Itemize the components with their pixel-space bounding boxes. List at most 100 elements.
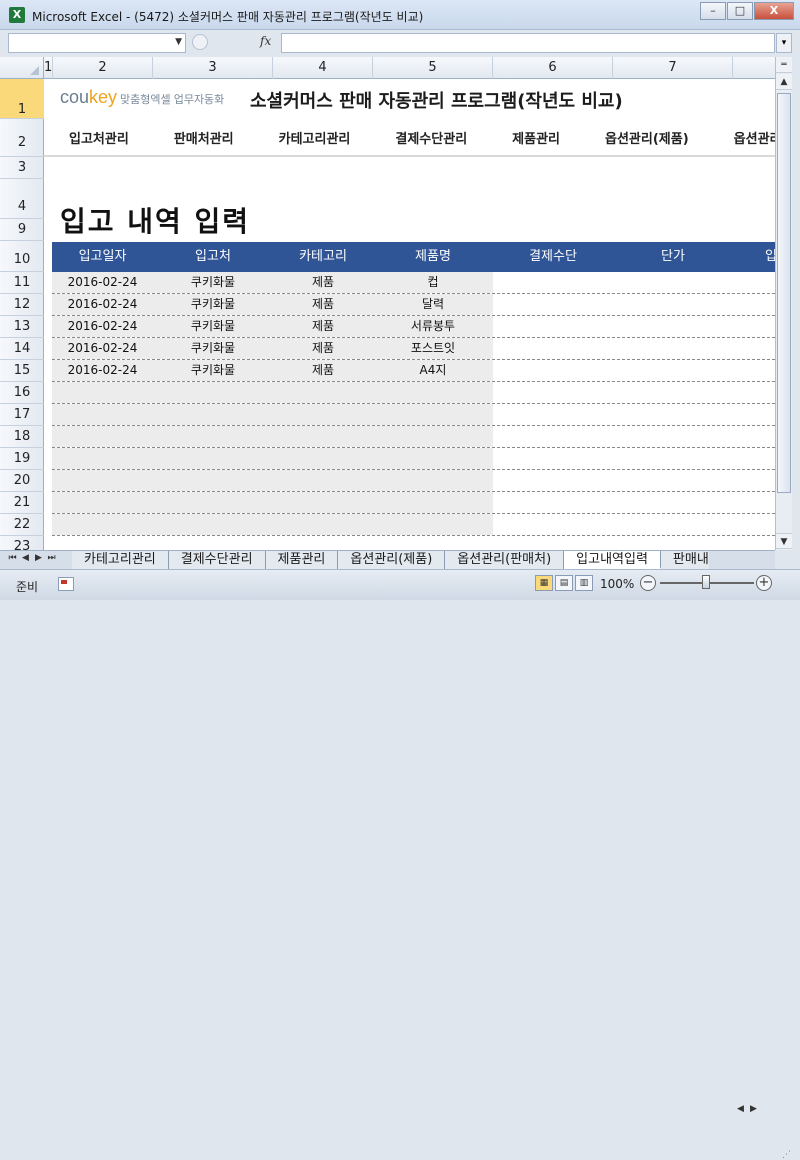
cell-price[interactable]	[613, 382, 733, 403]
close-button[interactable]: X	[754, 2, 794, 20]
zoom-in-button[interactable]: +	[756, 575, 772, 591]
sheet-tab-category[interactable]: 카테고리관리	[72, 551, 169, 569]
cell-date[interactable]: 2016-02-24	[52, 338, 153, 359]
cell-product[interactable]	[373, 426, 493, 447]
cell-price[interactable]	[613, 470, 733, 491]
cell-product[interactable]: 포스트잇	[373, 338, 493, 359]
column-header[interactable]: 7	[613, 57, 733, 79]
row-header[interactable]: 3	[0, 157, 44, 179]
cell-category[interactable]: 제품	[273, 360, 373, 381]
cell-category[interactable]: 제품	[273, 338, 373, 359]
row-header[interactable]: 18	[0, 426, 44, 448]
table-row[interactable]: 2016-02-24 쿠키화물 제품 컵	[52, 272, 775, 294]
cell-category[interactable]	[273, 492, 373, 513]
restore-button[interactable]: □	[727, 2, 753, 20]
resize-grip-icon[interactable]: ⋰	[782, 1150, 791, 1160]
row-header[interactable]: 22	[0, 514, 44, 536]
table-row[interactable]: 2016-02-24 쿠키화물 제품 달력	[52, 294, 775, 316]
column-header[interactable]: 3	[153, 57, 273, 79]
formula-handle-icon[interactable]	[192, 34, 208, 50]
cell-payment[interactable]	[493, 316, 613, 337]
chevron-down-icon[interactable]: ▼	[175, 37, 182, 47]
row-header[interactable]: 17	[0, 404, 44, 426]
row-header[interactable]: 15	[0, 360, 44, 382]
cell-date[interactable]: 2016-02-24	[52, 272, 153, 293]
cell-category[interactable]	[273, 382, 373, 403]
cell-price[interactable]	[613, 492, 733, 513]
row-header[interactable]: 20	[0, 470, 44, 492]
row-header[interactable]: 21	[0, 492, 44, 514]
normal-view-icon[interactable]: ▦	[535, 575, 553, 591]
scroll-up-button[interactable]: ▲	[776, 74, 792, 90]
scroll-right-button[interactable]: ▶	[747, 1104, 760, 1117]
cell-price[interactable]	[613, 514, 733, 535]
column-header[interactable]: 1	[44, 57, 53, 79]
nav-link-option-seller[interactable]: 옵션관리(판매처)	[709, 128, 775, 147]
cell-payment[interactable]	[493, 404, 613, 425]
sheet-tab-option-seller[interactable]: 옵션관리(판매처)	[445, 551, 565, 569]
next-sheet-button[interactable]: ▶	[32, 553, 45, 563]
insert-function-button[interactable]: fx	[260, 34, 271, 48]
row-header[interactable]: 13	[0, 316, 44, 338]
cell-payment[interactable]	[493, 272, 613, 293]
cell-price[interactable]	[613, 338, 733, 359]
cell-date[interactable]: 2016-02-24	[52, 316, 153, 337]
cell-category[interactable]: 제품	[273, 316, 373, 337]
cell-supplier[interactable]: 쿠키화물	[153, 316, 273, 337]
cell-date[interactable]	[52, 514, 153, 535]
scroll-thumb[interactable]	[777, 93, 791, 493]
column-header[interactable]: 4	[273, 57, 373, 79]
scroll-down-button[interactable]: ▼	[776, 533, 792, 549]
column-header[interactable]: 5	[373, 57, 493, 79]
cell-payment[interactable]	[493, 492, 613, 513]
cell-category[interactable]	[273, 448, 373, 469]
last-sheet-button[interactable]: ⏭	[45, 553, 58, 563]
cell-supplier[interactable]	[153, 448, 273, 469]
cell-price[interactable]	[613, 294, 733, 315]
zoom-out-button[interactable]: −	[640, 575, 656, 591]
cell-category[interactable]	[273, 470, 373, 491]
zoom-slider-thumb[interactable]	[702, 575, 710, 589]
sheet-tab-product[interactable]: 제품관리	[265, 551, 339, 569]
nav-link-seller[interactable]: 판매처관리	[149, 128, 254, 147]
row-header[interactable]: 12	[0, 294, 44, 316]
cell-product[interactable]	[373, 404, 493, 425]
cell-product[interactable]	[373, 492, 493, 513]
cell-price[interactable]	[613, 360, 733, 381]
cell-date[interactable]	[52, 492, 153, 513]
cell-product[interactable]: A4지	[373, 360, 493, 381]
row-header[interactable]: 11	[0, 272, 44, 294]
cell-supplier[interactable]	[153, 426, 273, 447]
cell-supplier[interactable]: 쿠키화물	[153, 294, 273, 315]
cell-category[interactable]: 제품	[273, 272, 373, 293]
row-header[interactable]: 1	[0, 79, 44, 119]
cell-payment[interactable]	[493, 426, 613, 447]
cell-product[interactable]: 컵	[373, 272, 493, 293]
row-header[interactable]: 23	[0, 536, 44, 550]
first-sheet-button[interactable]: ⏮	[6, 553, 19, 563]
cell-date[interactable]	[52, 404, 153, 425]
nav-link-payment[interactable]: 결제수단관리	[370, 128, 487, 147]
table-row[interactable]: 2016-02-24 쿠키화물 제품 포스트잇	[52, 338, 775, 360]
cell-supplier[interactable]	[153, 404, 273, 425]
cell-supplier[interactable]	[153, 492, 273, 513]
cell-price[interactable]	[613, 448, 733, 469]
nav-link-category[interactable]: 카테고리관리	[254, 128, 371, 147]
sheet-tab-payment[interactable]: 결제수단관리	[168, 551, 266, 569]
nav-link-option-product[interactable]: 옵션관리(제품)	[580, 128, 709, 147]
scroll-split-handle[interactable]: ═	[776, 57, 792, 73]
table-row[interactable]	[52, 470, 775, 492]
cell-supplier[interactable]: 쿠키화물	[153, 360, 273, 381]
nav-link-supplier[interactable]: 입고처관리	[44, 128, 149, 147]
cell-category[interactable]	[273, 404, 373, 425]
table-row[interactable]: 2016-02-24 쿠키화물 제품 A4지	[52, 360, 775, 382]
cell-product[interactable]	[373, 448, 493, 469]
table-row[interactable]	[52, 514, 775, 536]
column-header[interactable]: 6	[493, 57, 613, 79]
table-row[interactable]	[52, 492, 775, 514]
vertical-scrollbar[interactable]: ═ ▲ ▼	[775, 57, 792, 550]
cell-date[interactable]	[52, 382, 153, 403]
cell-payment[interactable]	[493, 360, 613, 381]
formula-input[interactable]	[281, 33, 775, 53]
sheet-tab-stock-input[interactable]: 입고내역입력	[564, 551, 661, 569]
